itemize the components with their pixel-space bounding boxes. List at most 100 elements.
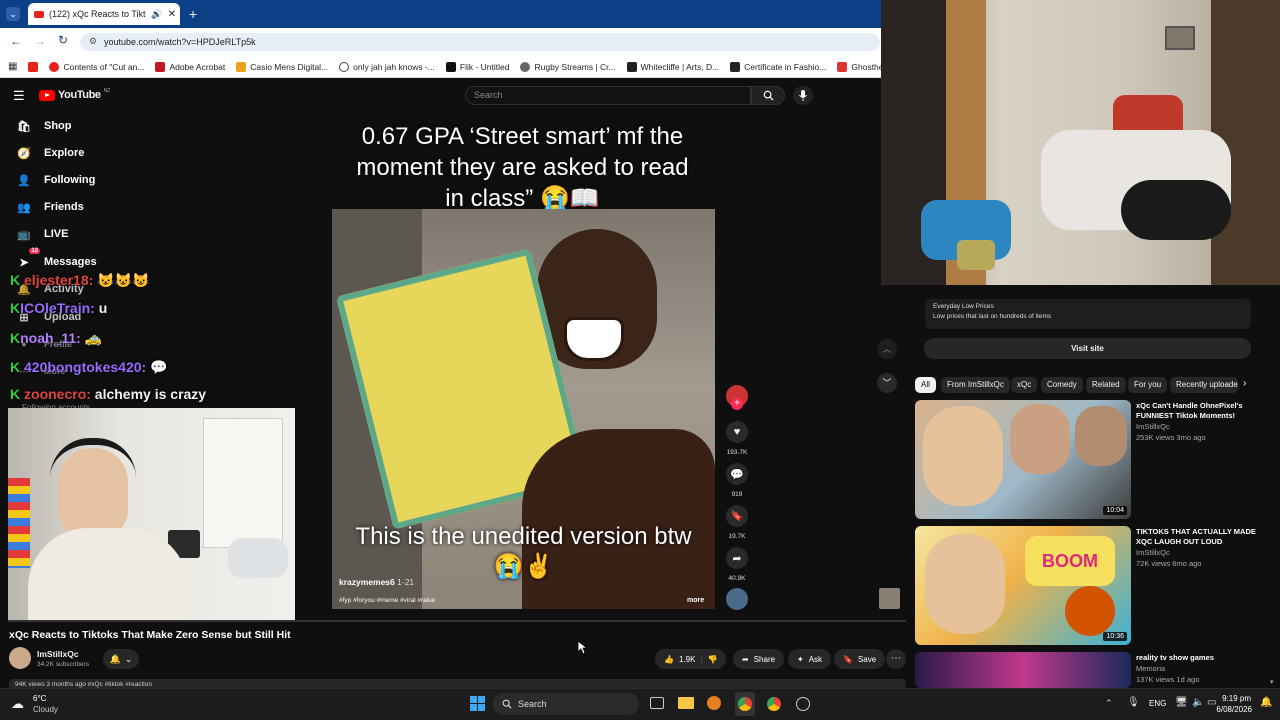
tray-mic-icon[interactable]: 🎙 — [1127, 697, 1140, 708]
more-link[interactable]: more — [687, 597, 704, 604]
video-author[interactable]: krazymemes6 1-21 — [339, 577, 414, 587]
recommendation-thumbnail[interactable] — [915, 652, 1131, 688]
like-button[interactable]: 👍 1.9K | 👎 — [655, 649, 727, 669]
chips-next-icon[interactable]: › — [1243, 378, 1246, 389]
bookmark-3[interactable]: only jah jah knows -... — [339, 61, 435, 72]
bookmark-label: Whitecliffe | Arts, D... — [640, 61, 720, 72]
voice-search-button[interactable] — [793, 86, 813, 105]
chrome-profile-icon[interactable] — [767, 697, 781, 711]
recommendation-info[interactable]: TIKTOKS THAT ACTUALLY MADE XQC LAUGH OUT… — [1136, 527, 1266, 569]
scrollbar-arrow-icon[interactable]: ▾ — [1270, 678, 1274, 686]
scroll-up-button[interactable]: ︿ — [877, 339, 897, 359]
tiktok-video-frame[interactable]: This is the unedited version btw😭✌️ kraz… — [332, 209, 715, 609]
site-info-icon[interactable]: ⚙ — [89, 36, 97, 47]
sidebar-item-messages[interactable]: ➤ 12 Messages — [16, 248, 156, 274]
chip-related[interactable]: Related — [1086, 377, 1126, 393]
bookmark-button[interactable]: 🔖 — [726, 505, 748, 527]
notification-bell-button[interactable]: 🔔 ⌄ — [103, 649, 139, 669]
tab-list-button[interactable]: ⌄ — [6, 7, 20, 21]
ask-button[interactable]: ✦ Ask — [788, 649, 832, 669]
apps-icon[interactable]: ▦ — [8, 61, 17, 72]
windows-start-icon[interactable] — [470, 696, 485, 711]
share-button[interactable]: ➦ — [726, 547, 748, 569]
bookmark-5[interactable]: Rugby Streams | Cr... — [520, 61, 616, 72]
rec-meta: 253K views 3mo ago — [1136, 433, 1206, 442]
volume-icon[interactable]: 🔈 — [1192, 697, 1204, 708]
sidebar-item-explore[interactable]: 🧭 Explore — [16, 141, 156, 165]
bookmark-2[interactable]: Casio Mens Digital... — [236, 61, 328, 72]
whitecliffe-icon — [626, 61, 637, 72]
comment-button[interactable]: 💬 — [726, 463, 748, 485]
weather-temp[interactable]: 6°C — [33, 694, 46, 703]
region-code: NZ — [103, 88, 111, 94]
taskbar-search[interactable]: Search — [493, 693, 639, 715]
sidebar-item-shop[interactable]: 🛍 Shop — [16, 114, 156, 138]
browser-tab-active[interactable]: (122) xQc Reacts to Tiktoks 🔊 ✕ — [28, 3, 180, 25]
url-field[interactable]: youtube.com/watch?v=HPDJeRLTp5k — [80, 33, 880, 51]
reload-icon[interactable]: ↻ — [58, 33, 68, 47]
thumb-face — [1075, 406, 1127, 466]
recommendation-info[interactable]: xQc Can't Handle OhnePixel's FUNNIEST Ti… — [1136, 401, 1266, 443]
chip-all[interactable]: All — [915, 377, 936, 393]
sound-disc[interactable] — [726, 588, 748, 610]
description-box[interactable]: 94K views 3 months ago #xQc #tiktok #rea… — [9, 679, 906, 688]
visit-site-button[interactable]: Visit site — [924, 338, 1251, 359]
search-button[interactable] — [751, 86, 785, 105]
bookmark-0[interactable]: Contents of "Cut an... — [49, 61, 144, 72]
app-icon[interactable] — [796, 697, 810, 711]
chip-for-you[interactable]: For you — [1128, 377, 1168, 393]
cloud-weather-icon[interactable]: ☁ — [11, 696, 24, 712]
hamburger-menu-icon[interactable]: ☰ — [13, 88, 25, 104]
tab-close-icon[interactable]: ✕ — [168, 9, 180, 20]
new-tab-button[interactable]: + — [189, 6, 197, 22]
bookmark-7[interactable]: Certificate in Fashio... — [730, 61, 827, 72]
bookmark-4[interactable]: Flik - Untitled — [445, 61, 509, 72]
ad-card[interactable]: Everyday Low Prices Low prices that last… — [925, 299, 1251, 329]
language-indicator[interactable]: ENG — [1149, 699, 1166, 708]
follow-plus-icon[interactable]: + — [731, 398, 743, 410]
search-input[interactable]: Search — [465, 86, 751, 105]
recommendation-info[interactable]: reality tv show games Memoria 137K views… — [1136, 653, 1266, 685]
flik-icon — [445, 61, 456, 72]
like-heart-button[interactable]: ♥ — [726, 421, 748, 443]
network-icon[interactable]: 🖥 — [1175, 697, 1188, 708]
speaker-icon[interactable]: 🔊 — [151, 9, 162, 20]
more-actions-button[interactable]: ⋯ — [886, 649, 906, 669]
brave-browser-icon[interactable] — [707, 696, 721, 710]
forward-icon[interactable]: → — [34, 34, 46, 48]
file-explorer-icon[interactable] — [678, 697, 694, 709]
youtube-logo[interactable]: YouTube NZ — [39, 88, 111, 101]
chip-recently-uploaded[interactable]: Recently uploaded — [1170, 377, 1238, 393]
sidebar-item-following[interactable]: 👤 Following — [16, 168, 156, 192]
sidebar-item-friends[interactable]: 👥 Friends — [16, 195, 156, 219]
progress-bar[interactable] — [8, 620, 906, 622]
share-action-button[interactable]: ➦ Share — [733, 649, 785, 669]
chrome-icon[interactable] — [738, 697, 752, 711]
video-hashtags[interactable]: #fyp #foryou #meme #viral #rakai — [339, 597, 435, 604]
channel-name[interactable]: ImStillxQc — [37, 649, 79, 659]
bookmark-label: Certificate in Fashio... — [744, 61, 827, 72]
tray-overflow-icon[interactable]: ⌃ — [1105, 698, 1113, 709]
scroll-down-button[interactable]: ﹀ — [877, 373, 897, 393]
bookmark-8[interactable]: Ghosthey F — [837, 61, 881, 72]
save-button[interactable]: 🔖 Save — [834, 649, 886, 669]
recommendation-thumbnail[interactable]: 10:04 — [915, 400, 1131, 519]
thumbs-down-icon[interactable]: 👎 — [708, 655, 718, 664]
bookmark-1[interactable]: Adobe Acrobat — [155, 61, 225, 72]
chip-xqc[interactable]: xQc — [1011, 377, 1038, 393]
recommendation-thumbnail[interactable]: BOOM 10:36 — [915, 526, 1131, 645]
task-view-icon[interactable] — [650, 697, 664, 709]
heart-icon: ♥ — [733, 426, 741, 438]
profile-thumbnail[interactable] — [879, 588, 900, 609]
chip-from-channel[interactable]: From ImStillxQc — [941, 377, 1010, 393]
chip-comedy[interactable]: Comedy — [1041, 377, 1083, 393]
bookmark-6[interactable]: Whitecliffe | Arts, D... — [626, 61, 720, 72]
back-icon[interactable]: ← — [10, 34, 22, 48]
bookmark-youtube[interactable] — [28, 61, 39, 72]
sidebar-item-live[interactable]: 📺 LIVE — [16, 222, 156, 246]
clock-time[interactable]: 9:19 pm — [1222, 694, 1251, 703]
ghost-icon — [837, 61, 848, 72]
channel-avatar[interactable] — [9, 647, 31, 669]
friends-icon: 👥 — [17, 201, 31, 214]
notifications-bell-icon[interactable]: 🔔 — [1260, 697, 1272, 708]
